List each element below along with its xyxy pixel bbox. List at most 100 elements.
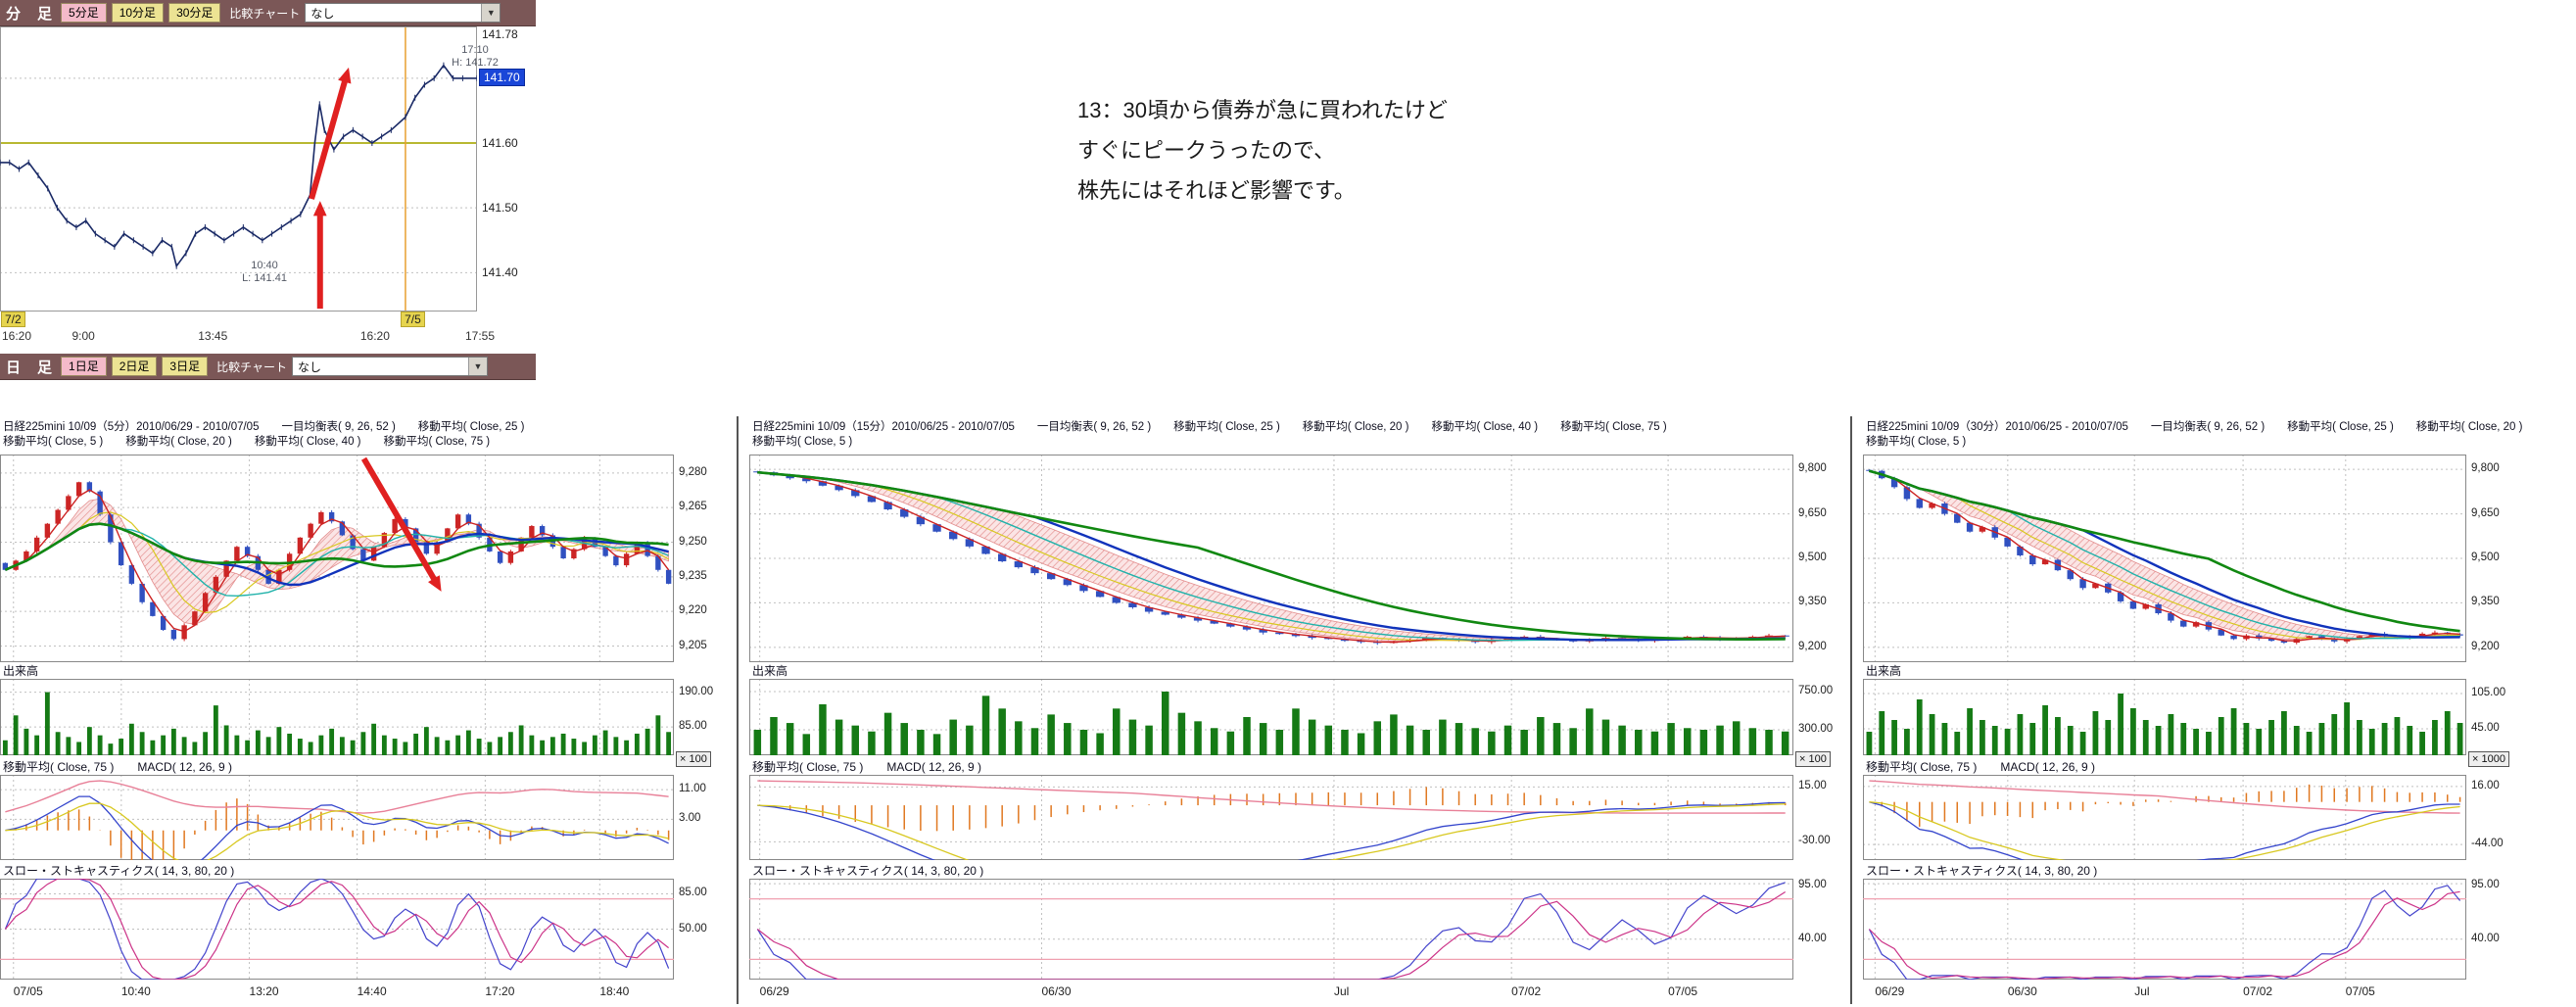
y-axis-tick: 9,250 <box>679 536 707 548</box>
chevron-down-icon[interactable]: ▼ <box>481 4 500 22</box>
y-axis-tick: 9,350 <box>2471 596 2500 607</box>
y-axis-tick: 40.00 <box>2471 933 2500 944</box>
main-chart[interactable] <box>0 455 674 662</box>
chart-grid: 日経225mini 10/09（5分）2010/06/29 - 2010/07/… <box>0 416 2576 1007</box>
stoch-chart[interactable] <box>1863 879 2466 980</box>
panel-subtitle: 移動平均( Close, 5 ) <box>1866 433 2525 449</box>
x-axis: 06/2906/30Jul07/0207/05 <box>749 984 1793 1002</box>
x-axis-label: 06/29 <box>760 984 789 998</box>
y-axis-tick: 9,500 <box>2471 551 2500 563</box>
chart-panel-30min: 日経225mini 10/09（30分）2010/06/25 - 2010/07… <box>1863 416 2525 1007</box>
y-axis-tick: 3.00 <box>679 812 700 824</box>
minute-x-axis: 7/27/516:209:0013:4516:2017:55 <box>0 312 536 353</box>
note-line-3: 株先にはそれほど影響です。 <box>1077 170 1448 211</box>
compare-chart-select[interactable]: なし ▼ <box>305 3 501 23</box>
minute-toolbar: 分 足 5分足 10分足 30分足 比較チャート なし ▼ <box>0 0 536 26</box>
y-axis-tick: -44.00 <box>2471 838 2504 849</box>
minute-price-chart[interactable]: 141.78141.70141.60141.50141.40 17:10H: 1… <box>0 26 536 312</box>
note-line-1: 13：30頃から債券が急に買われたけど <box>1077 90 1448 130</box>
macd-label: 移動平均( Close, 75 ) MACD( 12, 26, 9 ) <box>1866 758 2095 775</box>
vol-chart[interactable] <box>749 679 1793 755</box>
stoch-chart[interactable] <box>0 879 674 980</box>
vol-chart[interactable] <box>1863 679 2466 755</box>
main-chart[interactable] <box>1863 455 2466 662</box>
y-axis-tick: 9,235 <box>679 570 707 582</box>
time-label: 13:45 <box>198 329 227 343</box>
chart-panel-5min: 日経225mini 10/09（5分）2010/06/29 - 2010/07/… <box>0 416 731 1007</box>
y-axis-tick: 9,500 <box>1798 551 1827 563</box>
daily-bar-title: 日 足 <box>6 357 53 377</box>
tab-2day[interactable]: 2日足 <box>112 357 158 376</box>
stochastics-label: スロー・ストキャスティクス( 14, 3, 80, 20 ) <box>3 862 234 879</box>
tab-10min[interactable]: 10分足 <box>112 3 164 23</box>
y-axis-tick: 15.00 <box>1798 780 1827 791</box>
macd-chart[interactable] <box>0 775 674 860</box>
x-axis-label: 13:20 <box>250 984 279 998</box>
y-axis-tick: 85.00 <box>679 720 707 732</box>
tab-5min[interactable]: 5分足 <box>61 3 107 23</box>
y-axis-tick: 9,200 <box>2471 641 2500 652</box>
y-axis-tick: 300.00 <box>1798 723 1833 735</box>
date-chip: 7/5 <box>401 312 425 327</box>
panel-separator <box>737 416 739 1004</box>
y-axis: 105.0045.00 <box>2466 679 2525 755</box>
stoch-chart[interactable] <box>749 879 1793 980</box>
y-axis-tick: 9,350 <box>1798 596 1827 607</box>
trading-app: { "colors": { "grid":"#c0c0c0","frame":"… <box>0 0 2576 1007</box>
y-axis-tick: 50.00 <box>679 923 707 935</box>
macd-label: 移動平均( Close, 75 ) MACD( 12, 26, 9 ) <box>3 758 232 775</box>
low-annotation: 10:40L: 141.41 <box>220 260 309 285</box>
chevron-down-icon[interactable]: ▼ <box>468 358 487 375</box>
y-axis: 190.00 85.00 <box>674 679 731 755</box>
y-axis-tick: -30.00 <box>1798 835 1831 846</box>
volume-label: 出来高 <box>1866 662 1901 679</box>
time-label: 16:20 <box>360 329 390 343</box>
x-axis: 07/0510:4013:2014:4017:2018:40 <box>0 984 674 1002</box>
compare-chart-select[interactable]: なし ▼ <box>292 357 488 376</box>
tab-30min[interactable]: 30分足 <box>168 3 220 23</box>
y-axis-tick: 9,650 <box>2471 507 2500 519</box>
y-axis: 9,800 9,650 9,500 9,350 9,200 <box>2466 455 2525 662</box>
volume-label: 出来高 <box>752 662 787 679</box>
x-axis-label: 07/05 <box>2346 984 2375 998</box>
chart-panel-15min: 日経225mini 10/09（15分）2010/06/25 - 2010/07… <box>749 416 1848 1007</box>
y-axis: 95.0040.00 <box>1793 879 1848 980</box>
compare-chart-label: 比較チャート <box>216 359 287 375</box>
y-axis-tick: 40.00 <box>1798 933 1827 944</box>
y-axis-tick: 45.00 <box>2471 722 2500 734</box>
y-axis: 16.00-44.00 <box>2466 775 2525 860</box>
price-tick: 141.40 <box>482 265 518 279</box>
volume-label: 出来高 <box>3 662 38 679</box>
macd-label: 移動平均( Close, 75 ) MACD( 12, 26, 9 ) <box>752 758 981 775</box>
y-axis-tick: 9,800 <box>1798 462 1827 474</box>
y-axis-tick: 11.00 <box>679 783 706 794</box>
y-axis-tick: 9,800 <box>2471 462 2500 474</box>
tab-1day[interactable]: 1日足 <box>61 357 107 376</box>
x-axis-label: 14:40 <box>358 984 387 998</box>
vol-chart[interactable] <box>0 679 674 755</box>
y-axis: 750.00300.00 <box>1793 679 1848 755</box>
macd-chart[interactable] <box>749 775 1793 860</box>
tab-3day[interactable]: 3日足 <box>162 357 208 376</box>
x-axis: 06/2906/30Jul07/0207/05 <box>1863 984 2466 1002</box>
x-axis-label: 17:20 <box>485 984 514 998</box>
y-axis-tick: 190.00 <box>679 686 713 697</box>
macd-chart[interactable] <box>1863 775 2466 860</box>
y-axis-tick: 85.00 <box>679 887 707 898</box>
main-chart[interactable] <box>749 455 1793 662</box>
y-axis-tick: 9,650 <box>1798 507 1827 519</box>
panel-subtitle: 移動平均( Close, 5 ) 移動平均( Close, 20 ) 移動平均(… <box>3 433 731 449</box>
x-axis-label: 10:40 <box>121 984 151 998</box>
commentary-note: 13：30頃から債券が急に買われたけど すぐにピークうったので、 株先にはそれほ… <box>1077 90 1448 211</box>
panel-separator <box>1850 416 1852 1004</box>
time-label: 16:20 <box>2 329 31 343</box>
price-tick: 141.78 <box>482 27 518 41</box>
time-label: 17:55 <box>465 329 495 343</box>
x-axis-label: 07/02 <box>1511 984 1541 998</box>
x-axis-label: 06/30 <box>2008 984 2037 998</box>
y-axis-tick: 9,205 <box>679 640 707 651</box>
x-axis-label: 06/30 <box>1041 984 1071 998</box>
x-axis-label: 18:40 <box>599 984 629 998</box>
y-axis-tick: 95.00 <box>2471 879 2500 890</box>
stochastics-label: スロー・ストキャスティクス( 14, 3, 80, 20 ) <box>1866 862 2097 879</box>
